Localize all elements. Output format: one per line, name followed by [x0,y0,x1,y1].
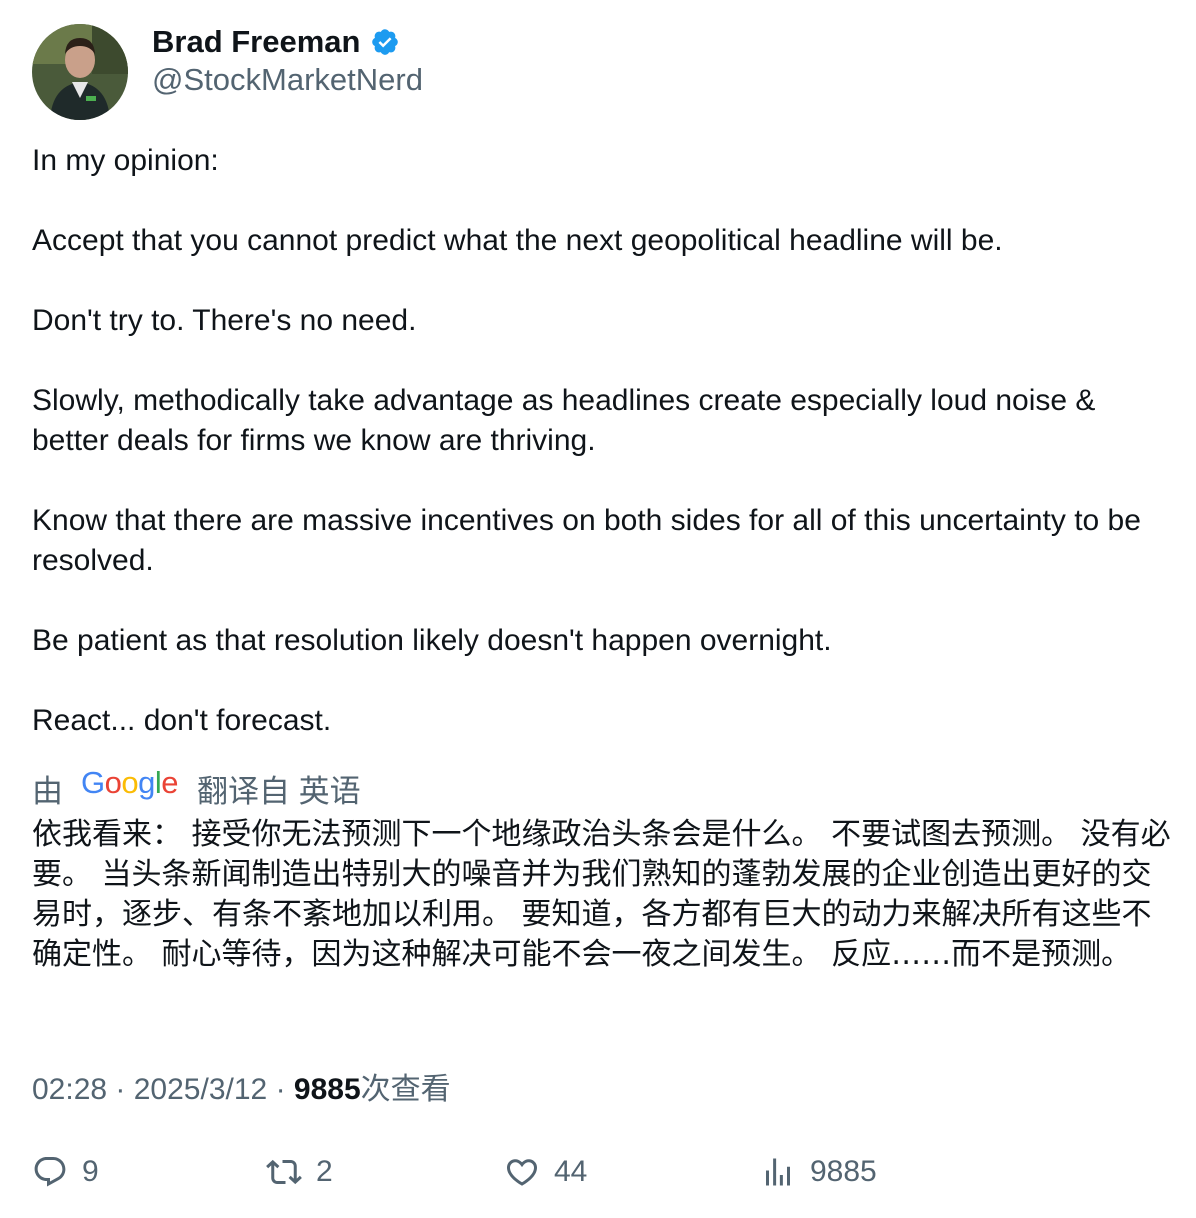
tweet-date[interactable]: 2025/3/12 [134,1073,267,1106]
analytics-icon [766,1158,790,1186]
reply-icon [34,1157,66,1187]
google-wordmark: Google [81,765,179,800]
avatar-image [32,24,128,120]
views-count: 9885 [293,1073,361,1106]
tweet-paragraph: React... don't forecast. [32,704,332,737]
tweet-time[interactable]: 02:28 [32,1073,107,1106]
tweet-paragraph: Slowly, methodically take advantage as h… [32,384,1096,457]
retweet-count: 2 [316,1155,333,1188]
translation-attribution: 由 Google 翻译自 英语 [32,765,361,811]
verified-badge-icon [370,27,400,57]
author-handle[interactable]: @StockMarketNerd [152,62,423,98]
reply-count: 9 [82,1155,99,1188]
meta-separator: · [275,1073,294,1106]
like-count: 44 [554,1155,588,1188]
like-button[interactable]: 44 [504,1150,587,1194]
reply-button[interactable]: 9 [32,1150,99,1194]
tweet-meta: 02:28 · 2025/3/12 · 9885次查看 [32,1064,451,1108]
avatar[interactable] [32,24,128,120]
author-name-row: Brad Freeman [152,22,400,62]
tweet-paragraph: In my opinion: [32,144,219,177]
views-button[interactable]: 9885 [760,1150,877,1194]
tweet-paragraph: Be patient as that resolution likely doe… [32,624,832,657]
meta-separator: · [115,1073,134,1106]
translation-source-link[interactable]: 翻译自 英语 [197,766,361,811]
heart-icon [506,1159,538,1186]
translated-text: 依我看来： 接受你无法预测下一个地缘政治头条会是什么。 不要试图去预测。 没有必… [32,817,1171,972]
google-logo-icon: Google [81,765,179,810]
tweet-paragraph: Accept that you cannot predict what the … [32,224,1003,257]
tweet-paragraph: Know that there are massive incentives o… [32,504,1141,577]
tweet-text: In my opinion: Accept that you cannot pr… [32,141,1172,741]
retweet-icon [266,1159,302,1185]
views-label: 次查看 [360,1073,451,1106]
action-bar: 9 2 44 9885 [32,1150,1172,1194]
author-name[interactable]: Brad Freeman [152,24,360,60]
tweet-paragraph: Don't try to. There's no need. [32,304,417,337]
svg-text:Google: Google [81,766,178,800]
translated-by-label: 由 [32,773,63,809]
retweet-button[interactable]: 2 [266,1150,333,1194]
views-action-count: 9885 [810,1155,877,1188]
